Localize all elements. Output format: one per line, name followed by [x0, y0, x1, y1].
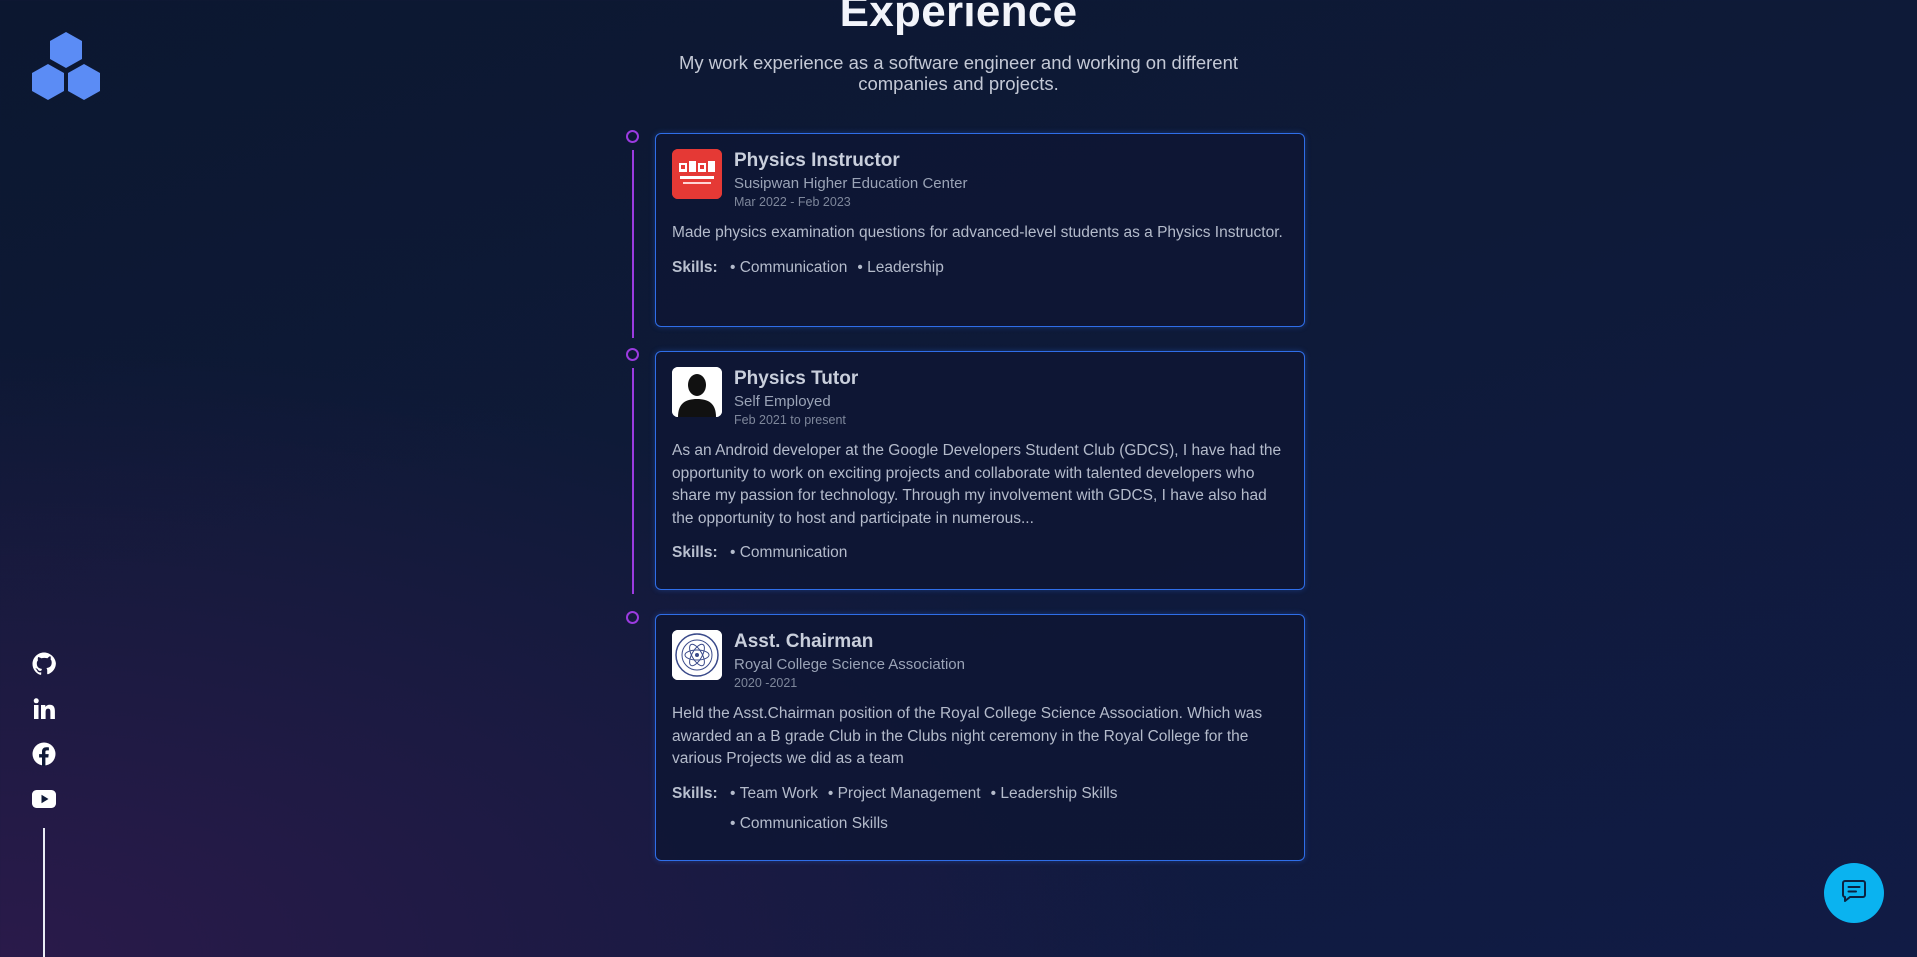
skill-tag: Communication Skills: [730, 813, 888, 835]
page-subtitle: My work experience as a software enginee…: [678, 52, 1239, 94]
job-title: Asst. Chairman: [734, 631, 874, 652]
skill-tag: Leadership: [857, 257, 944, 279]
skill-tag: Communication: [730, 257, 848, 279]
timeline: [626, 130, 646, 890]
skill-tag: Communication: [730, 542, 848, 564]
timeline-dot: [626, 611, 639, 624]
person-silhouette-icon: [672, 367, 722, 417]
job-title: Physics Instructor: [734, 150, 900, 171]
skill-tag: Team Work: [730, 783, 818, 805]
chat-bubble-icon: [1840, 877, 1868, 910]
youtube-icon[interactable]: [30, 787, 58, 811]
organization: Royal College Science Association: [734, 656, 965, 673]
date-range: Feb 2021 to present: [734, 413, 846, 427]
skills-row: Skills: Team Work Project Management Lea…: [672, 783, 1288, 835]
job-description: Made physics examination questions for a…: [672, 224, 1283, 241]
github-icon[interactable]: [30, 652, 58, 676]
organization: Self Employed: [734, 393, 831, 410]
facebook-icon[interactable]: [30, 742, 58, 766]
susipwan-logo-icon: [672, 149, 722, 199]
page-title: Experience: [839, 0, 1078, 36]
date-range: Mar 2022 - Feb 2023: [734, 195, 851, 209]
skills-row: Skills: Communication Leadership: [672, 257, 1288, 279]
organization: Susipwan Higher Education Center: [734, 175, 968, 192]
skill-tag: Leadership Skills: [991, 783, 1117, 805]
job-description: Held the Asst.Chairman position of the R…: [672, 705, 1263, 767]
linkedin-icon[interactable]: [30, 697, 58, 721]
timeline-line: [631, 368, 634, 594]
skill-tag: Project Management: [828, 783, 981, 805]
skills-label: Skills:: [672, 258, 718, 276]
timeline-dot: [626, 130, 639, 143]
science-association-seal-icon: [672, 630, 722, 680]
date-range: 2020 -2021: [734, 676, 798, 690]
chat-button[interactable]: [1824, 863, 1884, 923]
skills-label: Skills:: [672, 544, 718, 561]
experience-card: Asst. Chairman Royal College Science Ass…: [655, 614, 1305, 861]
social-divider-line: [43, 828, 45, 957]
skills-row: Skills: Communication: [672, 542, 1288, 564]
social-links: [30, 652, 58, 811]
job-title: Physics Tutor: [734, 368, 859, 389]
timeline-dot: [626, 348, 639, 361]
skills-label: Skills:: [672, 784, 718, 802]
experience-card: Physics Tutor Self Employed Feb 2021 to …: [655, 351, 1305, 590]
timeline-line: [631, 150, 634, 338]
experience-card: Physics Instructor Susipwan Higher Educa…: [655, 133, 1305, 327]
section-header: Experience My work experience as a softw…: [0, 0, 1917, 94]
job-description: As an Android developer at the Google De…: [672, 442, 1282, 527]
